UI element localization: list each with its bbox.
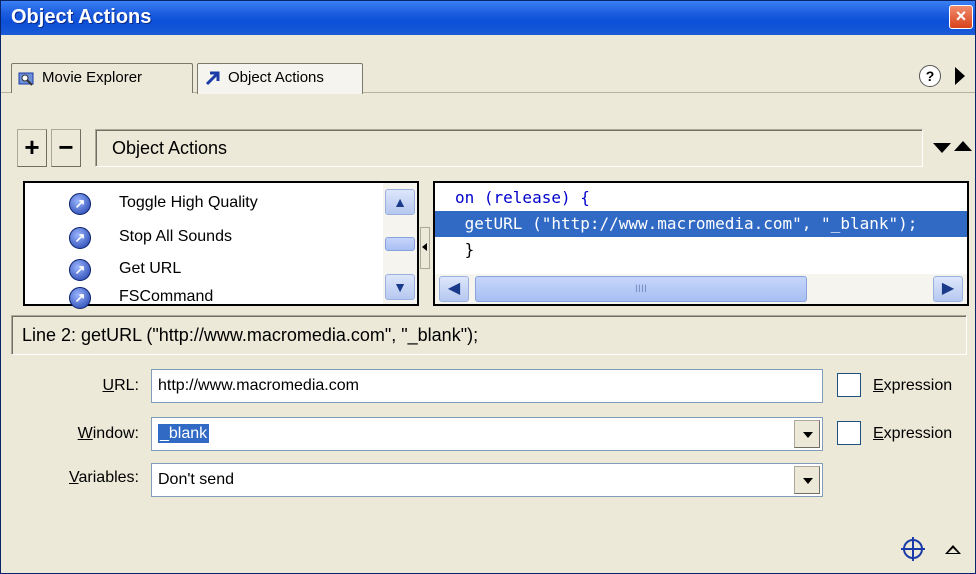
window-expression-label: Expression xyxy=(873,425,953,442)
movie-explorer-icon xyxy=(18,72,34,86)
list-item[interactable]: ↗ Toggle High Quality xyxy=(25,187,385,221)
scroll-thumb[interactable] xyxy=(385,237,415,251)
list-item-label: Stop All Sounds xyxy=(119,228,232,245)
action-icon: ↗ xyxy=(69,227,91,249)
url-label: URL: xyxy=(102,377,139,394)
list-item-label: FSCommand xyxy=(119,288,214,305)
action-list-scrollbar[interactable]: ▲ ▼ xyxy=(383,183,417,304)
url-expression-checkbox[interactable] xyxy=(837,373,861,397)
scroll-right-icon[interactable]: ▶ xyxy=(933,276,963,302)
url-expression-label: Expression xyxy=(873,377,953,394)
url-field[interactable]: http://www.macromedia.com xyxy=(151,369,823,403)
action-list[interactable]: ↗ Toggle High Quality ↗ Stop All Sounds … xyxy=(23,181,419,309)
status-line: Line 2: getURL ("http://www.macromedia.c… xyxy=(11,315,967,355)
tab-label: Movie Explorer xyxy=(42,69,143,86)
variables-select[interactable]: Don't send xyxy=(151,463,823,497)
help-button[interactable]: ? xyxy=(919,65,941,87)
scroll-left-icon[interactable]: ◀ xyxy=(439,276,469,302)
list-item[interactable]: ↗ Stop All Sounds xyxy=(25,221,385,255)
variables-label: Variables: xyxy=(69,469,139,486)
tab-object-actions[interactable]: Object Actions xyxy=(197,63,363,94)
close-button[interactable]: × xyxy=(949,5,973,29)
window-title: Object Actions xyxy=(11,6,152,28)
window-expression-checkbox[interactable] xyxy=(837,421,861,445)
target-path-icon[interactable] xyxy=(901,537,925,561)
scroll-up-icon[interactable]: ▲ xyxy=(385,189,415,215)
script-hscrollbar[interactable]: ◀ IIII ▶ xyxy=(435,274,967,304)
tab-movie-explorer[interactable]: Movie Explorer xyxy=(11,63,193,93)
code-line-selected[interactable]: getURL ("http://www.macromedia.com", "_b… xyxy=(435,211,967,237)
remove-action-button[interactable]: − xyxy=(51,129,81,167)
code-line[interactable]: on (release) { xyxy=(435,185,967,211)
move-down-icon[interactable] xyxy=(933,143,951,153)
actions-toolbar: + − Object Actions xyxy=(11,129,972,167)
add-action-button[interactable]: + xyxy=(17,129,47,167)
list-item[interactable]: ↗ FSCommand xyxy=(25,273,385,309)
move-up-icon[interactable] xyxy=(954,141,972,151)
object-actions-icon xyxy=(205,71,220,86)
dropdown-arrow-icon[interactable] xyxy=(794,420,820,448)
script-pane[interactable]: on (release) { getURL ("http://www.macro… xyxy=(433,181,969,306)
scroll-thumb[interactable]: IIII xyxy=(475,276,807,302)
splitter-arrow-icon[interactable] xyxy=(422,243,427,251)
window-label: Window: xyxy=(77,425,139,442)
actions-path-label: Object Actions xyxy=(95,129,923,167)
scroll-down-icon[interactable]: ▼ xyxy=(385,274,415,300)
window-select[interactable]: _blank xyxy=(151,417,823,451)
tab-strip: Movie Explorer Object Actions ? xyxy=(1,35,975,94)
action-icon: ↗ xyxy=(69,193,91,215)
window-value: _blank xyxy=(158,424,210,443)
collapse-panel-icon[interactable] xyxy=(945,545,961,554)
title-bar[interactable]: Object Actions × xyxy=(1,1,975,35)
panel-menu-arrow-icon[interactable] xyxy=(955,67,965,85)
code-line[interactable]: } xyxy=(435,237,967,263)
object-actions-window: Object Actions × Movie Explorer Object A… xyxy=(0,0,976,574)
dropdown-arrow-icon[interactable] xyxy=(794,466,820,494)
action-icon: ↗ xyxy=(69,287,91,309)
tab-label: Object Actions xyxy=(228,69,324,86)
list-item-label: Toggle High Quality xyxy=(119,194,258,211)
variables-value: Don't send xyxy=(158,471,234,488)
